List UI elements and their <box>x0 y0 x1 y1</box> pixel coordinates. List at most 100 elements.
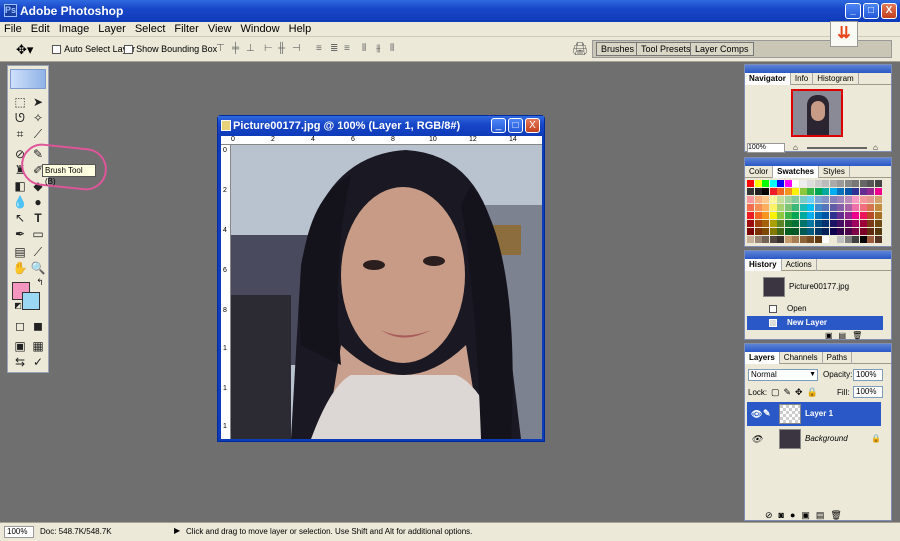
color-swatch[interactable] <box>769 228 777 235</box>
color-swatch[interactable] <box>777 188 784 195</box>
color-swatch[interactable] <box>792 212 799 219</box>
color-swatch[interactable] <box>807 228 814 235</box>
history-footer-icons[interactable]: ▣▤🗑 <box>825 331 868 340</box>
color-swatch[interactable] <box>852 180 859 187</box>
zoom-out-icon[interactable]: ⌂ <box>793 143 798 152</box>
color-swatch[interactable] <box>799 220 807 227</box>
status-zoom-field[interactable]: 100% <box>4 526 34 538</box>
menu-file[interactable]: File <box>0 22 27 35</box>
doc-maximize-button[interactable]: □ <box>508 118 523 133</box>
color-swatch[interactable] <box>837 196 844 203</box>
color-swatch[interactable] <box>784 188 792 195</box>
color-swatch[interactable] <box>792 196 799 203</box>
app-title-bar[interactable]: Ps Adobe Photoshop _ □ X <box>0 0 900 22</box>
fill-field[interactable]: 100% <box>853 386 883 398</box>
distribute-hcenter-icon[interactable]: ⫵ <box>376 43 390 55</box>
adobe-feather-logo[interactable] <box>10 69 46 89</box>
magic-wand-tool-icon[interactable]: ✧ <box>30 110 46 126</box>
color-swatch[interactable] <box>852 212 859 219</box>
move-tool-icon[interactable]: ➤ <box>30 94 46 110</box>
edit-in-imageready-icon[interactable]: ✓ <box>30 354 46 370</box>
color-swatch[interactable] <box>852 236 859 243</box>
move-tool-preset-icon[interactable]: ✥▾ <box>16 42 33 58</box>
doc-minimize-button[interactable]: _ <box>491 118 506 133</box>
layer-row-background[interactable]: 👁 Background 🔒 <box>747 427 881 451</box>
color-swatch[interactable] <box>777 204 784 211</box>
eraser-tool-icon[interactable]: ◧ <box>12 178 28 194</box>
color-swatch[interactable] <box>807 236 814 243</box>
type-tool-icon[interactable]: T <box>30 210 46 226</box>
distribute-top-icon[interactable]: ≡ <box>316 43 330 55</box>
color-swatch[interactable] <box>777 220 784 227</box>
zoom-in-icon[interactable]: ⌂ <box>873 143 878 152</box>
color-swatch[interactable] <box>762 228 769 235</box>
color-swatch[interactable] <box>747 196 754 203</box>
color-swatch[interactable] <box>769 180 777 187</box>
menu-help[interactable]: Help <box>285 22 317 35</box>
color-swatch[interactable] <box>754 228 762 235</box>
color-swatch[interactable] <box>784 204 792 211</box>
color-swatch[interactable] <box>784 196 792 203</box>
tab-info[interactable]: Info <box>791 73 814 85</box>
align-hcenter-icon[interactable]: ╫ <box>278 43 292 55</box>
bounding-box-checkbox[interactable] <box>124 44 133 54</box>
swap-colors-icon[interactable]: ↰ <box>32 274 48 290</box>
color-swatch[interactable] <box>852 220 859 227</box>
color-swatch[interactable] <box>874 188 882 195</box>
color-swatch[interactable] <box>859 236 867 243</box>
jump-to-imageready-icon[interactable]: ⇆ <box>12 354 28 370</box>
color-swatch[interactable] <box>777 228 784 235</box>
color-swatch[interactable] <box>769 220 777 227</box>
layers-footer-icons[interactable]: ⊘◙●▣▤🗑 <box>765 510 848 521</box>
auto-select-checkbox[interactable] <box>52 44 61 54</box>
close-button[interactable]: X <box>881 3 897 19</box>
color-swatch[interactable] <box>852 188 859 195</box>
color-swatch[interactable] <box>747 212 754 219</box>
go-to-imageready-button[interactable]: ⇊ <box>830 21 858 47</box>
tab-paths[interactable]: Paths <box>823 352 853 364</box>
color-swatch[interactable] <box>844 204 852 211</box>
color-swatch[interactable] <box>859 220 867 227</box>
well-tab-layer-comps[interactable]: Layer Comps <box>690 42 754 56</box>
color-swatch[interactable] <box>822 196 829 203</box>
history-state-new-layer[interactable]: New Layer <box>747 316 883 330</box>
color-swatch[interactable] <box>769 204 777 211</box>
color-swatch[interactable] <box>822 204 829 211</box>
path-selection-tool-icon[interactable]: ↖ <box>12 210 28 226</box>
color-swatch[interactable] <box>754 196 762 203</box>
color-swatch[interactable] <box>874 204 882 211</box>
color-swatch[interactable] <box>792 180 799 187</box>
tab-history[interactable]: History <box>745 259 782 271</box>
color-swatch[interactable] <box>784 180 792 187</box>
lasso-tool-icon[interactable]: ᘎ <box>12 110 28 126</box>
color-swatch[interactable] <box>799 204 807 211</box>
color-swatch[interactable] <box>867 236 874 243</box>
color-swatch[interactable] <box>837 220 844 227</box>
color-swatch[interactable] <box>859 204 867 211</box>
color-swatch[interactable] <box>777 236 784 243</box>
well-tab-tool-presets[interactable]: Tool Presets <box>636 42 696 56</box>
quick-mask-mode-icon[interactable]: ◼ <box>30 318 46 334</box>
bounding-box-option[interactable]: Show Bounding Box <box>124 43 217 55</box>
color-swatch[interactable] <box>852 196 859 203</box>
color-swatch[interactable] <box>784 236 792 243</box>
color-swatch[interactable] <box>769 196 777 203</box>
color-swatch[interactable] <box>822 236 829 243</box>
color-swatch[interactable] <box>837 228 844 235</box>
color-swatch[interactable] <box>859 180 867 187</box>
standard-screen-mode-icon[interactable]: ▣ <box>12 338 28 354</box>
blend-mode-select[interactable]: Normal ▼ <box>748 369 818 381</box>
color-swatch[interactable] <box>874 180 882 187</box>
color-swatch[interactable] <box>859 212 867 219</box>
color-swatch[interactable] <box>837 180 844 187</box>
color-swatch[interactable] <box>822 212 829 219</box>
menu-view[interactable]: View <box>204 22 237 35</box>
align-bottom-icon[interactable]: ⊥ <box>246 43 260 55</box>
layer-row-layer-1[interactable]: 👁 ✎ Layer 1 <box>747 402 881 426</box>
tab-styles[interactable]: Styles <box>819 166 850 178</box>
color-swatch[interactable] <box>844 196 852 203</box>
color-swatch[interactable] <box>754 180 762 187</box>
color-swatch[interactable] <box>762 220 769 227</box>
color-swatch[interactable] <box>822 180 829 187</box>
color-swatch[interactable] <box>844 180 852 187</box>
